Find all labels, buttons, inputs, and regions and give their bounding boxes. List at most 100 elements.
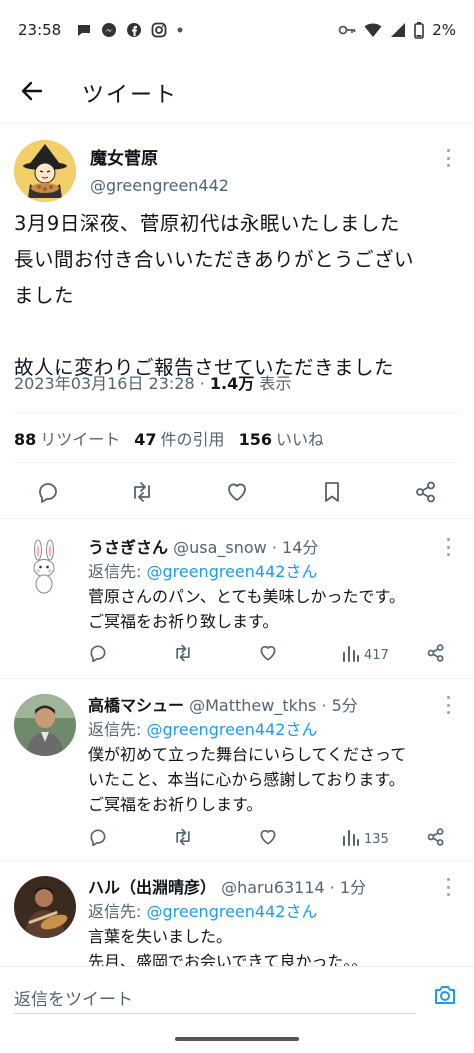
reply-to-link[interactable]: @greengreen442さん [146, 902, 317, 921]
more-options-button[interactable] [438, 694, 458, 716]
author-name[interactable]: 魔女菅原 [90, 144, 158, 169]
tweet-actions [0, 470, 474, 520]
views-button[interactable]: 135 [342, 826, 389, 852]
reply-text-line: いたこと、本当に心から感謝しております。 [88, 770, 405, 789]
like-button[interactable] [258, 826, 278, 852]
quotes-stat[interactable]: 47 件の引用 [134, 426, 224, 450]
key-icon [338, 24, 356, 36]
bookmark-button[interactable] [318, 480, 346, 508]
battery-icon [414, 21, 425, 39]
reply-to: 返信先: @greengreen442さん [88, 716, 317, 740]
retweet-button[interactable] [172, 826, 194, 852]
reply-author-name[interactable]: ハル（出淵晴彦） [88, 878, 216, 897]
reply-to-link[interactable]: @greengreen442さん [146, 720, 317, 739]
views-count: 135 [364, 831, 389, 847]
reply-button[interactable] [88, 642, 108, 668]
status-time: 23:58 [18, 21, 62, 39]
author-handle[interactable]: @greengreen442 [90, 176, 229, 195]
reply-author-handle[interactable]: @haru63114 [221, 878, 325, 897]
likes-stat[interactable]: 156 いいね [239, 426, 324, 450]
views-label: 表示 [254, 374, 292, 393]
more-options-button[interactable] [438, 146, 458, 170]
avatar[interactable] [14, 140, 76, 202]
reply-author-handle[interactable]: @Matthew_tkhs [189, 696, 316, 715]
reply-to-label: 返信先: [88, 720, 147, 739]
reply-time: · 14分 [266, 538, 319, 557]
reply-time: · 1分 [324, 878, 367, 897]
avatar[interactable] [14, 876, 76, 938]
more-options-button[interactable] [438, 876, 458, 898]
more-dot [446, 164, 450, 167]
share-icon [426, 827, 446, 851]
more-dot [446, 538, 450, 541]
camera-button[interactable] [430, 983, 460, 1011]
reply-text: 言葉を失いました。 先月、盛岡でお会いできて良かった。。 [88, 924, 368, 966]
reply-tweet[interactable]: ハル（出淵晴彦） @haru63114 · 1分 返信先: @greengree… [0, 860, 474, 966]
more-options-button[interactable] [438, 536, 458, 558]
quotes-label: 件の引用 [160, 430, 225, 449]
reply-to-label: 返信先: [88, 562, 147, 581]
retweet-icon [172, 827, 194, 851]
arrow-left-icon [21, 81, 43, 105]
share-button[interactable] [412, 480, 440, 508]
reply-header: 高橋マシュー @Matthew_tkhs · 5分 [88, 692, 358, 716]
chat-bubble-icon [76, 22, 92, 38]
reply-text-line: 僕が初めて立った舞台にいらしてくださって [88, 745, 407, 764]
like-button[interactable] [223, 480, 251, 508]
gesture-navigation-bar[interactable] [175, 1037, 299, 1041]
tweet-text: 3月9日深夜、菅原初代は永眠いたしました 長い間お付き合いいただきありがとうござ… [14, 206, 464, 386]
heart-icon [225, 480, 249, 508]
reply-actions: 417 [88, 642, 458, 672]
heart-icon [258, 643, 278, 667]
divider [0, 518, 474, 519]
main-tweet: 魔女菅原 @greengreen442 3月9日深夜、菅原初代は永眠いたしました… [0, 124, 474, 503]
views-button[interactable]: 417 [342, 642, 389, 668]
more-dot [446, 893, 450, 896]
reply-text-line: 先月、盛岡でお会いできて良かった。。 [88, 952, 368, 966]
more-dot [446, 885, 450, 889]
messenger-icon [101, 22, 117, 38]
share-button[interactable] [426, 826, 446, 852]
bar-chart-icon [342, 828, 360, 850]
reply-tweet[interactable]: うさぎさん @usa_snow · 14分 返信先: @greengreen44… [0, 520, 474, 678]
retweets-stat[interactable]: 88 リツイート [14, 426, 120, 450]
reply-button[interactable] [34, 480, 62, 508]
like-button[interactable] [258, 642, 278, 668]
share-button[interactable] [426, 642, 446, 668]
reply-input[interactable]: 返信をツイート [14, 985, 133, 1010]
reply-icon [88, 827, 108, 851]
camera-icon [433, 984, 457, 1010]
reply-text-line: ご冥福をお祈り致します。 [88, 612, 279, 631]
dot-icon [176, 26, 184, 34]
views-count: 1.4万 [209, 374, 255, 393]
reply-header: ハル（出淵晴彦） @haru63114 · 1分 [88, 874, 366, 898]
reply-to-label: 返信先: [88, 902, 147, 921]
tweet-timestamp[interactable]: 2023年03月16日 23:28 · [14, 374, 210, 393]
reply-text-line: 言葉を失いました。 [88, 927, 233, 946]
reply-to: 返信先: @greengreen442さん [88, 898, 317, 922]
reply-button[interactable] [88, 826, 108, 852]
reply-time: · 5分 [316, 696, 358, 715]
retweets-count: 88 [14, 430, 37, 449]
likes-label: いいね [275, 430, 324, 449]
quotes-count: 47 [134, 430, 157, 449]
retweet-icon [172, 643, 194, 667]
reply-to-link[interactable]: @greengreen442さん [146, 562, 317, 581]
retweet-button[interactable] [128, 480, 156, 508]
tweet-text-line: 長い間お付き合いいただきありがとうござい [14, 248, 415, 271]
reply-author-name[interactable]: うさぎさん [88, 538, 168, 557]
avatar[interactable] [14, 536, 76, 598]
reply-actions: 135 [88, 826, 458, 856]
avatar[interactable] [14, 694, 76, 756]
page-title: ツイート [82, 82, 179, 108]
reply-tweet[interactable]: 高橋マシュー @Matthew_tkhs · 5分 返信先: @greengre… [0, 678, 474, 860]
gesture-area [0, 1028, 474, 1053]
reply-author-handle[interactable]: @usa_snow [173, 538, 267, 557]
reply-author-name[interactable]: 高橋マシュー [88, 696, 184, 715]
back-button[interactable] [0, 62, 64, 124]
more-dot [446, 711, 450, 714]
reply-text-line: 菅原さんのパン、とても美味しかったです。 [88, 587, 405, 606]
retweet-icon [129, 480, 155, 508]
heart-icon [258, 827, 278, 851]
retweet-button[interactable] [172, 642, 194, 668]
